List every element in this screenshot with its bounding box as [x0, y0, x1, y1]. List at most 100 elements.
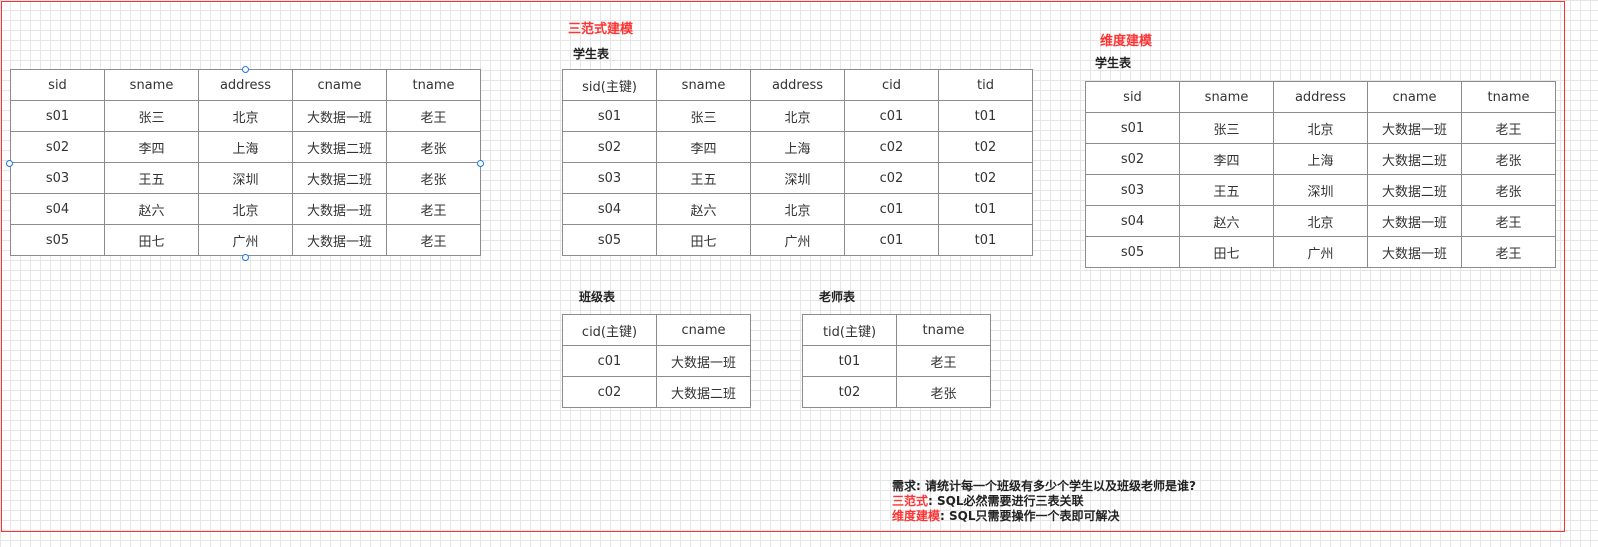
- table-cell[interactable]: s03: [562, 162, 657, 194]
- table-cell[interactable]: 深圳: [750, 162, 845, 194]
- column-header[interactable]: sname: [104, 69, 199, 101]
- table-cell[interactable]: 赵六: [1179, 205, 1274, 237]
- table-cell[interactable]: t01: [938, 193, 1033, 225]
- selection-handle-right[interactable]: [477, 160, 484, 167]
- table-cell[interactable]: 大数据一班: [1367, 112, 1462, 144]
- wide-student-table[interactable]: sid sname address cname tname s01 张三 北京 大数据一班 老王 s…: [10, 69, 481, 256]
- table-cell[interactable]: 李四: [1179, 143, 1274, 175]
- table-cell[interactable]: s04: [10, 193, 105, 225]
- table-cell[interactable]: 田七: [656, 224, 751, 256]
- column-header[interactable]: sid: [10, 69, 105, 101]
- table-cell[interactable]: s01: [562, 100, 657, 132]
- table-cell[interactable]: 大数据二班: [1367, 174, 1462, 206]
- table-cell[interactable]: 老张: [1461, 143, 1556, 175]
- table-cell[interactable]: 上海: [198, 131, 293, 163]
- table-cell[interactable]: 老王: [896, 345, 991, 377]
- table-cell[interactable]: 老王: [386, 100, 481, 132]
- table-cell[interactable]: c01: [844, 224, 939, 256]
- table-cell[interactable]: s04: [562, 193, 657, 225]
- table-cell[interactable]: c01: [844, 100, 939, 132]
- table-cell[interactable]: 田七: [1179, 236, 1274, 268]
- table-cell[interactable]: 大数据一班: [656, 345, 751, 377]
- table-cell[interactable]: 大数据一班: [1367, 205, 1462, 237]
- table-cell[interactable]: 田七: [104, 224, 199, 256]
- column-header[interactable]: sname: [1179, 81, 1274, 113]
- column-header[interactable]: address: [750, 69, 845, 101]
- table-cell[interactable]: 张三: [1179, 112, 1274, 144]
- table-cell[interactable]: c02: [844, 131, 939, 163]
- table-cell[interactable]: c01: [562, 345, 657, 377]
- table-cell[interactable]: 王五: [1179, 174, 1274, 206]
- table-cell[interactable]: 赵六: [104, 193, 199, 225]
- table-cell[interactable]: t02: [802, 376, 897, 408]
- table-cell[interactable]: s02: [562, 131, 657, 163]
- table-cell[interactable]: s02: [1085, 143, 1180, 175]
- table-cell[interactable]: 深圳: [1273, 174, 1368, 206]
- table-cell[interactable]: 张三: [104, 100, 199, 132]
- table-cell[interactable]: s04: [1085, 205, 1180, 237]
- table-cell[interactable]: 老张: [386, 131, 481, 163]
- table-cell[interactable]: c02: [844, 162, 939, 194]
- column-header[interactable]: cname: [656, 314, 751, 346]
- column-header[interactable]: sid(主键): [562, 69, 657, 101]
- table-cell[interactable]: 大数据二班: [292, 162, 387, 194]
- table-cell[interactable]: 老张: [896, 376, 991, 408]
- table-cell[interactable]: 上海: [750, 131, 845, 163]
- column-header[interactable]: sid: [1085, 81, 1180, 113]
- table-cell[interactable]: 广州: [1273, 236, 1368, 268]
- nf-teacher-table[interactable]: tid(主键) tname t01 老王 t02 老张: [802, 314, 991, 408]
- column-header[interactable]: address: [1273, 81, 1368, 113]
- table-cell[interactable]: 北京: [750, 100, 845, 132]
- table-cell[interactable]: 赵六: [656, 193, 751, 225]
- table-cell[interactable]: 老王: [1461, 112, 1556, 144]
- column-header[interactable]: cid: [844, 69, 939, 101]
- table-cell[interactable]: 大数据一班: [292, 193, 387, 225]
- column-header[interactable]: tname: [1461, 81, 1556, 113]
- table-cell[interactable]: s05: [10, 224, 105, 256]
- column-header[interactable]: sname: [656, 69, 751, 101]
- table-cell[interactable]: 王五: [656, 162, 751, 194]
- table-cell[interactable]: 老张: [1461, 174, 1556, 206]
- column-header[interactable]: cname: [292, 69, 387, 101]
- table-cell[interactable]: 北京: [198, 100, 293, 132]
- table-cell[interactable]: 李四: [656, 131, 751, 163]
- table-cell[interactable]: 上海: [1273, 143, 1368, 175]
- table-cell[interactable]: t01: [938, 100, 1033, 132]
- table-cell[interactable]: 老王: [386, 193, 481, 225]
- table-cell[interactable]: c01: [844, 193, 939, 225]
- table-cell[interactable]: t01: [802, 345, 897, 377]
- table-cell[interactable]: 张三: [656, 100, 751, 132]
- table-cell[interactable]: 老张: [386, 162, 481, 194]
- table-cell[interactable]: s01: [10, 100, 105, 132]
- table-cell[interactable]: 大数据二班: [656, 376, 751, 408]
- table-cell[interactable]: 李四: [104, 131, 199, 163]
- column-header[interactable]: cid(主键): [562, 314, 657, 346]
- table-cell[interactable]: 北京: [750, 193, 845, 225]
- table-cell[interactable]: 王五: [104, 162, 199, 194]
- column-header[interactable]: tname: [896, 314, 991, 346]
- table-cell[interactable]: 老王: [1461, 205, 1556, 237]
- column-header[interactable]: address: [198, 69, 293, 101]
- nf-class-table[interactable]: cid(主键) cname c01 大数据一班 c02 大数据二班: [562, 314, 751, 408]
- table-cell[interactable]: 广州: [198, 224, 293, 256]
- table-cell[interactable]: 大数据一班: [292, 224, 387, 256]
- table-cell[interactable]: 老王: [1461, 236, 1556, 268]
- table-cell[interactable]: 大数据二班: [1367, 143, 1462, 175]
- table-cell[interactable]: 广州: [750, 224, 845, 256]
- column-header[interactable]: tname: [386, 69, 481, 101]
- column-header[interactable]: cname: [1367, 81, 1462, 113]
- table-cell[interactable]: 大数据一班: [292, 100, 387, 132]
- table-cell[interactable]: t01: [938, 224, 1033, 256]
- table-cell[interactable]: 大数据二班: [292, 131, 387, 163]
- table-cell[interactable]: 大数据一班: [1367, 236, 1462, 268]
- table-cell[interactable]: s05: [1085, 236, 1180, 268]
- table-cell[interactable]: s02: [10, 131, 105, 163]
- table-cell[interactable]: 老王: [386, 224, 481, 256]
- column-header[interactable]: tid(主键): [802, 314, 897, 346]
- table-cell[interactable]: c02: [562, 376, 657, 408]
- table-cell[interactable]: s05: [562, 224, 657, 256]
- table-cell[interactable]: s03: [10, 162, 105, 194]
- table-cell[interactable]: t02: [938, 131, 1033, 163]
- table-cell[interactable]: 深圳: [198, 162, 293, 194]
- selection-handle-bottom[interactable]: [242, 254, 249, 261]
